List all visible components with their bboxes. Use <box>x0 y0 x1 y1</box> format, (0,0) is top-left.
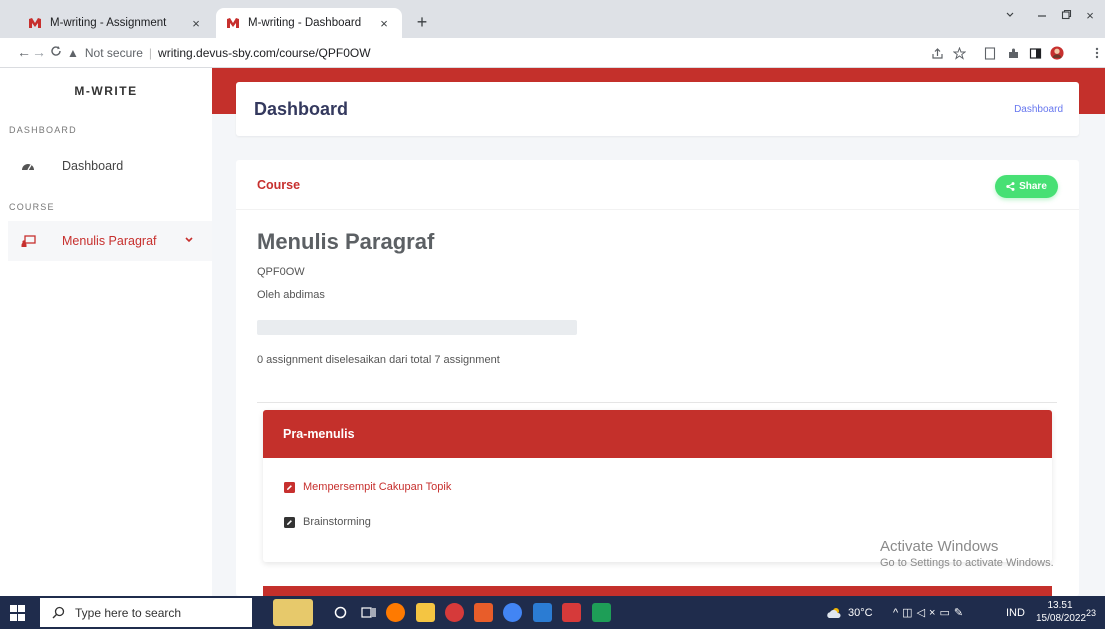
sidebar: M-WRITE DASHBOARD Dashboard COURSE Menul… <box>0 68 212 596</box>
brand-logo[interactable]: M-WRITE <box>0 84 212 98</box>
restore-icon[interactable] <box>1056 8 1076 23</box>
edit-square-icon <box>284 516 295 528</box>
excel-icon[interactable] <box>592 603 611 622</box>
assignment-label[interactable]: Mempersempit Cakupan Topik <box>303 481 451 493</box>
pen-icon[interactable]: ✎ <box>954 606 967 619</box>
weather-widget[interactable]: 30°C <box>826 596 873 629</box>
breadcrumb[interactable]: Dashboard <box>1014 104 1063 115</box>
chalkboard-icon <box>20 233 36 249</box>
cloud-icon <box>826 607 842 619</box>
side-panel-icon[interactable] <box>1028 46 1042 60</box>
language-indicator[interactable]: IND <box>1006 596 1025 629</box>
section-header: Dashboard Dashboard <box>236 82 1079 136</box>
app-icon[interactable] <box>445 603 464 622</box>
watermark-subtitle: Go to Settings to activate Windows. <box>880 556 1054 569</box>
share-label: Share <box>1019 181 1047 192</box>
share-icon <box>1006 182 1015 191</box>
assignment-label[interactable]: Brainstorming <box>303 516 371 528</box>
powerpoint-icon[interactable] <box>474 603 493 622</box>
clock-time: 13.51 <box>1047 600 1073 611</box>
browser-tab-strip: M-writing - Assignment × M-writing - Das… <box>0 0 1105 38</box>
tachometer-icon <box>20 158 36 174</box>
windows-taskbar: Type here to search 30°C ^ ◫ ◁× ▭ ✎ IND … <box>0 596 1105 629</box>
course-label: Course <box>257 178 301 192</box>
reload-icon[interactable] <box>48 44 64 60</box>
edit-square-icon <box>284 481 295 493</box>
system-tray-icons[interactable]: ^ ◫ ◁× ▭ ✎ <box>893 596 967 629</box>
word-icon[interactable] <box>533 603 552 622</box>
reading-list-icon[interactable] <box>983 46 997 60</box>
taskbar-search[interactable]: Type here to search <box>40 598 252 627</box>
close-icon[interactable]: × <box>188 16 204 31</box>
news-widget-icon[interactable] <box>273 599 313 626</box>
forward-icon[interactable]: → <box>31 44 47 60</box>
weather-temp: 30°C <box>848 606 873 619</box>
notification-count: 23 <box>1086 607 1097 618</box>
url-text: writing.devus-sby.com/course/QPF0OW <box>158 46 371 60</box>
chevron-down-icon[interactable] <box>184 234 194 248</box>
windows-start-icon[interactable] <box>10 605 26 621</box>
minimize-icon[interactable] <box>1032 8 1052 23</box>
address-bar-row: ← → ▲ Not secure | writing.devus-sby.com… <box>0 38 1105 68</box>
tab-title: M-writing - Assignment <box>50 17 167 29</box>
menu-icon[interactable] <box>1090 46 1104 60</box>
course-title: Menulis Paragraf <box>257 229 435 254</box>
section-card-header: Pra-menulis <box>263 410 1052 458</box>
course-code: QPF0OW <box>257 266 305 278</box>
chevron-up-icon[interactable]: ^ <box>893 607 902 619</box>
search-icon <box>52 606 65 619</box>
url-field[interactable]: ▲ Not secure | writing.devus-sby.com/cou… <box>67 40 907 66</box>
cortana-icon[interactable] <box>331 603 350 622</box>
sidebar-item-label: Dashboard <box>62 159 124 173</box>
file-explorer-icon[interactable] <box>416 603 435 622</box>
security-label: Not secure <box>84 46 143 60</box>
section-card-next <box>263 586 1052 596</box>
watermark-title: Activate Windows <box>880 538 999 555</box>
chrome-icon[interactable] <box>503 603 522 622</box>
progress-text: 0 assignment diselesaikan dari total 7 a… <box>257 354 500 366</box>
section-label-dashboard: DASHBOARD <box>9 125 77 135</box>
pdf-reader-icon[interactable] <box>562 603 581 622</box>
sidebar-item-dashboard[interactable]: Dashboard <box>8 146 212 186</box>
m-writing-logo-icon <box>28 16 42 30</box>
m-writing-logo-icon <box>226 16 240 30</box>
new-tab-icon[interactable]: + <box>412 12 432 33</box>
network-icon[interactable]: ◫ <box>902 606 916 619</box>
task-view-icon[interactable] <box>359 603 378 622</box>
tab-assignment[interactable]: M-writing - Assignment × <box>18 8 214 38</box>
clock-date: 15/08/2022 <box>1036 613 1087 624</box>
course-author: Oleh abdimas <box>257 289 325 301</box>
section-title: Pra-menulis <box>283 427 355 441</box>
tab-dashboard[interactable]: M-writing - Dashboard × <box>216 8 402 38</box>
activate-windows-watermark: Activate Windows Go to Settings to activ… <box>880 538 1054 571</box>
separator: | <box>148 46 153 60</box>
assignment-item[interactable]: Brainstorming <box>284 514 371 530</box>
close-icon[interactable]: × <box>376 16 392 31</box>
sidebar-item-label: Menulis Paragraf <box>62 234 157 248</box>
firefox-icon[interactable] <box>386 603 405 622</box>
divider <box>257 402 1057 403</box>
warning-icon[interactable]: ▲ <box>67 46 79 60</box>
close-window-icon[interactable]: × <box>1080 8 1100 23</box>
assignment-item[interactable]: Mempersempit Cakupan Topik <box>284 479 451 495</box>
tab-title: M-writing - Dashboard <box>248 17 362 29</box>
extensions-icon[interactable] <box>1006 46 1020 60</box>
progress-bar <box>257 320 577 335</box>
battery-icon[interactable]: ▭ <box>939 606 953 619</box>
star-icon[interactable] <box>952 46 966 60</box>
course-card: Course Share Menulis Paragraf QPF0OW Ole… <box>236 160 1079 596</box>
share-button[interactable]: Share <box>995 175 1058 198</box>
section-label-course: COURSE <box>9 202 55 212</box>
notification-center[interactable]: 23 <box>1086 596 1096 629</box>
chevron-down-icon[interactable] <box>1000 8 1020 23</box>
speaker-muted-icon[interactable]: ◁× <box>917 606 940 619</box>
page-title: Dashboard <box>254 99 349 119</box>
share-page-icon[interactable] <box>930 46 944 60</box>
course-card-header: Course Share <box>236 160 1079 210</box>
sidebar-item-menulis-paragraf[interactable]: Menulis Paragraf <box>8 221 212 261</box>
search-placeholder: Type here to search <box>75 605 182 620</box>
taskbar-clock[interactable]: 13.51 15/08/2022 <box>1036 599 1087 625</box>
profile-avatar[interactable] <box>1050 46 1064 60</box>
back-icon[interactable]: ← <box>16 44 32 60</box>
